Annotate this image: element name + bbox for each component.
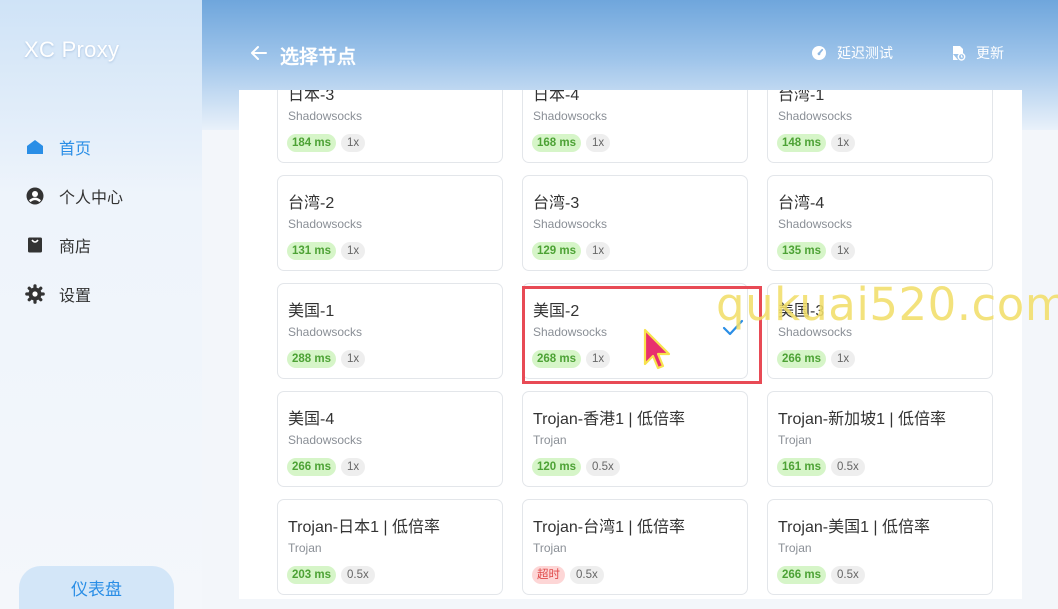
multiplier-badge: 1x — [586, 134, 611, 152]
node-protocol: Trojan — [533, 433, 567, 447]
multiplier-badge: 1x — [831, 350, 856, 368]
node-name: 台湾-2 — [288, 195, 335, 212]
node-protocol: Shadowsocks — [288, 433, 363, 447]
node-protocol: Shadowsocks — [533, 109, 608, 123]
node-card[interactable]: 台湾-4 Shadowsocks 135 ms 1x — [767, 175, 993, 271]
latency-badge: 168 ms — [532, 134, 582, 152]
mouse-cursor-icon — [643, 328, 671, 370]
node-card[interactable]: Trojan-香港1 | 低倍率 Trojan 120 ms 0.5x — [522, 391, 748, 487]
latency-badge: 超时 — [532, 566, 565, 584]
multiplier-badge: 1x — [831, 134, 856, 152]
multiplier-badge: 0.5x — [831, 566, 865, 584]
latency-test-button[interactable]: 延迟测试 — [811, 43, 893, 63]
multiplier-badge: 1x — [341, 242, 366, 260]
sidebar-item-label: 首页 — [59, 140, 92, 158]
latency-badge: 129 ms — [532, 242, 582, 260]
sidebar: XC Proxy 首页 个人中心 商店 设置 仪表盘 — [0, 0, 202, 609]
node-protocol: Trojan — [288, 541, 322, 555]
latency-badge: 266 ms — [287, 458, 337, 476]
node-protocol: Shadowsocks — [778, 109, 853, 123]
sidebar-item-label: 设置 — [59, 287, 92, 305]
sidebar-nav: 首页 个人中心 商店 设置 — [0, 122, 202, 318]
latency-badge: 131 ms — [287, 242, 337, 260]
home-icon — [25, 137, 45, 157]
latency-badge: 148 ms — [777, 134, 827, 152]
page-title: 选择节点 — [280, 47, 357, 68]
node-card[interactable]: 日本-4 Shadowsocks 168 ms 1x — [522, 90, 748, 163]
node-name: Trojan-台湾1 | 低倍率 — [533, 519, 686, 536]
multiplier-badge: 1x — [586, 242, 611, 260]
sidebar-item-profile[interactable]: 个人中心 — [0, 171, 202, 220]
latency-test-label: 延迟测试 — [837, 45, 893, 61]
sidebar-item-store[interactable]: 商店 — [0, 220, 202, 269]
sidebar-item-label: 个人中心 — [59, 189, 124, 207]
sidebar-item-label: 商店 — [59, 238, 92, 256]
node-protocol: Trojan — [778, 541, 812, 555]
node-protocol: Trojan — [533, 541, 567, 555]
node-protocol: Shadowsocks — [288, 109, 363, 123]
node-name: 美国-1 — [288, 303, 335, 320]
node-protocol: Shadowsocks — [778, 217, 853, 231]
update-label: 更新 — [976, 45, 1004, 61]
node-card[interactable]: Trojan-日本1 | 低倍率 Trojan 203 ms 0.5x — [277, 499, 503, 595]
latency-badge: 135 ms — [777, 242, 827, 260]
multiplier-badge: 1x — [831, 242, 856, 260]
node-name: Trojan-美国1 | 低倍率 — [778, 519, 931, 536]
node-card[interactable]: 台湾-1 Shadowsocks 148 ms 1x — [767, 90, 993, 163]
node-card[interactable]: 美国-4 Shadowsocks 266 ms 1x — [277, 391, 503, 487]
speedometer-icon — [812, 46, 826, 60]
node-card[interactable]: Trojan-新加坡1 | 低倍率 Trojan 161 ms 0.5x — [767, 391, 993, 487]
node-name: Trojan-日本1 | 低倍率 — [288, 519, 441, 536]
multiplier-badge: 0.5x — [341, 566, 375, 584]
node-card[interactable]: Trojan-台湾1 | 低倍率 Trojan 超时 0.5x — [522, 499, 748, 595]
shopping-bag-icon — [25, 235, 45, 255]
node-card[interactable]: 美国-1 Shadowsocks 288 ms 1x — [277, 283, 503, 379]
multiplier-badge: 0.5x — [831, 458, 865, 476]
node-card[interactable]: 美国-3 Shadowsocks 266 ms 1x — [767, 283, 993, 379]
node-card[interactable]: 台湾-3 Shadowsocks 129 ms 1x — [522, 175, 748, 271]
node-protocol: Shadowsocks — [288, 217, 363, 231]
multiplier-badge: 1x — [341, 350, 366, 368]
user-circle-icon — [25, 186, 45, 206]
app-title: XC Proxy — [24, 37, 120, 62]
latency-badge: 161 ms — [777, 458, 827, 476]
node-name: 台湾-1 — [778, 90, 825, 104]
node-card[interactable]: 台湾-2 Shadowsocks 131 ms 1x — [277, 175, 503, 271]
node-name: 台湾-4 — [778, 195, 825, 212]
node-name: Trojan-香港1 | 低倍率 — [533, 411, 686, 428]
node-name: 日本-4 — [533, 90, 580, 104]
node-name: Trojan-新加坡1 | 低倍率 — [778, 411, 947, 428]
multiplier-badge: 1x — [341, 134, 366, 152]
node-protocol: Shadowsocks — [778, 325, 853, 339]
latency-badge: 120 ms — [532, 458, 582, 476]
update-button[interactable]: 更新 — [950, 43, 1004, 63]
node-card[interactable]: 日本-3 Shadowsocks 184 ms 1x — [277, 90, 503, 163]
node-protocol: Shadowsocks — [288, 325, 363, 339]
multiplier-badge: 0.5x — [586, 458, 620, 476]
latency-badge: 288 ms — [287, 350, 337, 368]
back-arrow-icon[interactable] — [249, 43, 269, 63]
sidebar-item-settings[interactable]: 设置 — [0, 269, 202, 318]
latency-badge: 184 ms — [287, 134, 337, 152]
multiplier-badge: 1x — [341, 458, 366, 476]
latency-badge: 266 ms — [777, 566, 827, 584]
node-name: 台湾-3 — [533, 195, 580, 212]
update-document-icon — [953, 46, 966, 61]
latency-badge: 203 ms — [287, 566, 337, 584]
node-protocol: Shadowsocks — [533, 217, 608, 231]
node-name: 日本-3 — [288, 90, 335, 104]
sidebar-item-home[interactable]: 首页 — [0, 122, 202, 171]
dashboard-button[interactable]: 仪表盘 — [19, 566, 174, 609]
node-name: 美国-4 — [288, 411, 335, 428]
node-protocol: Trojan — [778, 433, 812, 447]
gear-icon — [25, 283, 45, 304]
latency-badge: 266 ms — [777, 350, 827, 368]
node-name: 美国-3 — [778, 303, 825, 320]
multiplier-badge: 0.5x — [570, 566, 604, 584]
node-card[interactable]: Trojan-美国1 | 低倍率 Trojan 266 ms 0.5x — [767, 499, 993, 595]
